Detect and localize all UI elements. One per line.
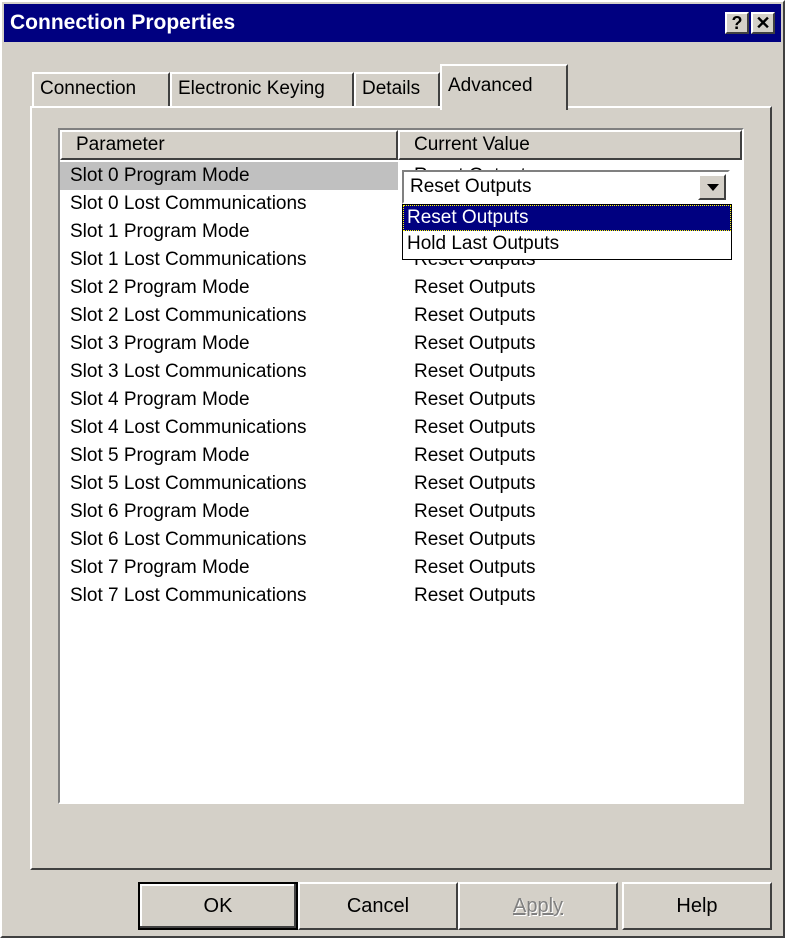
current-value-cell[interactable]: Reset Outputs <box>398 302 535 330</box>
tab-connection[interactable]: Connection <box>32 72 170 106</box>
table-row[interactable]: Slot 3 Program Mode Reset Outputs <box>60 330 742 358</box>
table-row[interactable]: Slot 5 Program Mode Reset Outputs <box>60 442 742 470</box>
table-row[interactable]: Slot 6 Lost Communications Reset Outputs <box>60 526 742 554</box>
current-value-cell[interactable]: Reset Outputs <box>398 470 535 498</box>
current-value-cell[interactable]: Reset Outputs <box>398 274 535 302</box>
parameter-name-cell: Slot 4 Lost Communications <box>70 417 307 438</box>
help-icon[interactable]: ? <box>725 12 749 34</box>
value-dropdown-list: Reset Outputs Hold Last Outputs <box>402 204 732 260</box>
table-row[interactable]: Slot 2 Lost Communications Reset Outputs <box>60 302 742 330</box>
current-value-cell[interactable]: Reset Outputs <box>398 358 535 386</box>
current-value-cell[interactable]: Reset Outputs <box>398 582 535 610</box>
table-row[interactable]: Slot 7 Lost Communications Reset Outputs <box>60 582 742 610</box>
value-combobox[interactable]: Reset Outputs <box>402 170 730 204</box>
current-value-cell[interactable]: Reset Outputs <box>398 414 535 442</box>
parameter-name-cell: Slot 6 Program Mode <box>70 501 250 522</box>
combo-selected-value: Reset Outputs <box>410 176 532 197</box>
table-row[interactable]: Slot 2 Program Mode Reset Outputs <box>60 274 742 302</box>
parameter-grid[interactable]: Parameter Current Value Slot 0 Program M… <box>58 128 744 804</box>
parameter-name-cell: Slot 5 Lost Communications <box>70 473 307 494</box>
window-title: Connection Properties <box>10 11 236 34</box>
parameter-name-cell: Slot 0 Program Mode <box>60 162 398 190</box>
apply-label: Apply <box>512 895 564 917</box>
parameter-name-cell: Slot 7 Lost Communications <box>70 585 307 606</box>
dropdown-option-hold-last-outputs[interactable]: Hold Last Outputs <box>403 231 731 257</box>
table-row[interactable]: Slot 6 Program Mode Reset Outputs <box>60 498 742 526</box>
column-header-parameter[interactable]: Parameter <box>60 130 398 160</box>
current-value-cell[interactable]: Reset Outputs <box>398 330 535 358</box>
table-row[interactable]: Slot 4 Program Mode Reset Outputs <box>60 386 742 414</box>
parameter-name-cell: Slot 2 Program Mode <box>70 277 250 298</box>
table-row[interactable]: Slot 3 Lost Communications Reset Outputs <box>60 358 742 386</box>
current-value-cell[interactable]: Reset Outputs <box>398 442 535 470</box>
tab-strip: Connection Electronic Keying Details Adv… <box>32 64 592 110</box>
parameter-name-cell: Slot 1 Lost Communications <box>70 249 307 270</box>
grid-header: Parameter Current Value <box>60 130 742 160</box>
parameter-name-cell: Slot 4 Program Mode <box>70 389 250 410</box>
parameter-name-cell: Slot 5 Program Mode <box>70 445 250 466</box>
tab-electronic-keying[interactable]: Electronic Keying <box>170 72 354 106</box>
parameter-name-cell: Slot 7 Program Mode <box>70 557 250 578</box>
parameter-name-cell: Slot 6 Lost Communications <box>70 529 307 550</box>
table-row[interactable]: Slot 5 Lost Communications Reset Outputs <box>60 470 742 498</box>
advanced-tab-panel: Parameter Current Value Slot 0 Program M… <box>30 106 772 870</box>
column-header-current-value[interactable]: Current Value <box>398 130 742 160</box>
table-row[interactable]: Slot 7 Program Mode Reset Outputs <box>60 554 742 582</box>
parameter-name-cell: Slot 3 Lost Communications <box>70 361 307 382</box>
current-value-cell[interactable]: Reset Outputs <box>398 386 535 414</box>
ok-button[interactable]: OK <box>138 882 298 930</box>
tab-advanced[interactable]: Advanced <box>440 64 568 110</box>
help-button[interactable]: Help <box>622 882 772 930</box>
cancel-button[interactable]: Cancel <box>298 882 458 930</box>
chevron-down-icon[interactable] <box>698 174 726 200</box>
parameter-name-cell: Slot 1 Program Mode <box>70 221 250 242</box>
parameter-name-cell: Slot 0 Lost Communications <box>70 193 307 214</box>
current-value-cell[interactable]: Reset Outputs <box>398 526 535 554</box>
current-value-cell[interactable]: Reset Outputs <box>398 554 535 582</box>
current-value-cell[interactable]: Reset Outputs <box>398 498 535 526</box>
connection-properties-dialog: Connection Properties ? ✕ Connection Ele… <box>0 0 785 938</box>
close-icon[interactable]: ✕ <box>751 12 775 34</box>
table-row[interactable]: Slot 4 Lost Communications Reset Outputs <box>60 414 742 442</box>
dropdown-option-reset-outputs[interactable]: Reset Outputs <box>403 205 731 231</box>
apply-button[interactable]: Apply <box>458 882 618 930</box>
parameter-name-cell: Slot 2 Lost Communications <box>70 305 307 326</box>
parameter-name-cell: Slot 3 Program Mode <box>70 333 250 354</box>
title-bar: Connection Properties ? ✕ <box>4 4 781 42</box>
tab-details[interactable]: Details <box>354 72 440 106</box>
